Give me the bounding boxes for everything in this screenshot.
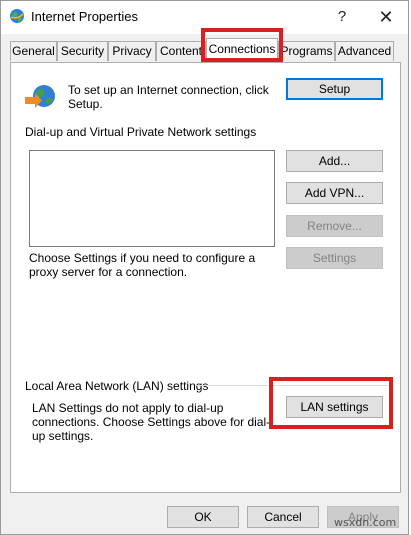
add-button[interactable]: Add...: [286, 150, 383, 172]
lan-group-divider: [195, 385, 389, 386]
remove-button[interactable]: Remove...: [286, 215, 383, 237]
tab-advanced[interactable]: Advanced: [335, 41, 394, 61]
tab-privacy[interactable]: Privacy: [108, 41, 156, 61]
dialup-vpn-heading: Dial-up and Virtual Private Network sett…: [25, 125, 257, 139]
cancel-button[interactable]: Cancel: [247, 506, 319, 528]
internet-properties-dialog: Internet Properties ? ✕ General Security…: [0, 0, 409, 535]
help-button[interactable]: ?: [327, 4, 357, 30]
title-bar: Internet Properties ? ✕: [1, 1, 408, 34]
watermark-text: wsxdn.com: [334, 516, 397, 529]
lan-settings-button[interactable]: LAN settings: [286, 396, 383, 418]
window-title: Internet Properties: [31, 9, 138, 24]
connections-panel: To set up an Internet connection, click …: [10, 62, 401, 493]
proxy-description: Choose Settings if you need to configure…: [29, 251, 256, 279]
close-button[interactable]: ✕: [371, 4, 401, 30]
lan-description: LAN Settings do not apply to dial-up con…: [32, 401, 271, 443]
globe-connection-icon: [25, 85, 55, 108]
ok-button[interactable]: OK: [167, 506, 239, 528]
tab-content[interactable]: Content: [156, 41, 206, 61]
internet-globe-icon: [10, 9, 24, 23]
tab-programs[interactable]: Programs: [278, 41, 335, 61]
setup-description: To set up an Internet connection, click …: [68, 83, 269, 111]
add-vpn-button[interactable]: Add VPN...: [286, 182, 383, 204]
tab-connections[interactable]: Connections: [206, 38, 278, 62]
tab-general[interactable]: General: [10, 41, 57, 61]
tab-strip: General Security Privacy Content Connect…: [1, 38, 408, 63]
lan-heading: Local Area Network (LAN) settings: [25, 379, 209, 393]
tab-security[interactable]: Security: [57, 41, 108, 61]
settings-button[interactable]: Settings: [286, 247, 383, 269]
connections-listbox[interactable]: [29, 150, 275, 247]
setup-button[interactable]: Setup: [286, 78, 383, 100]
